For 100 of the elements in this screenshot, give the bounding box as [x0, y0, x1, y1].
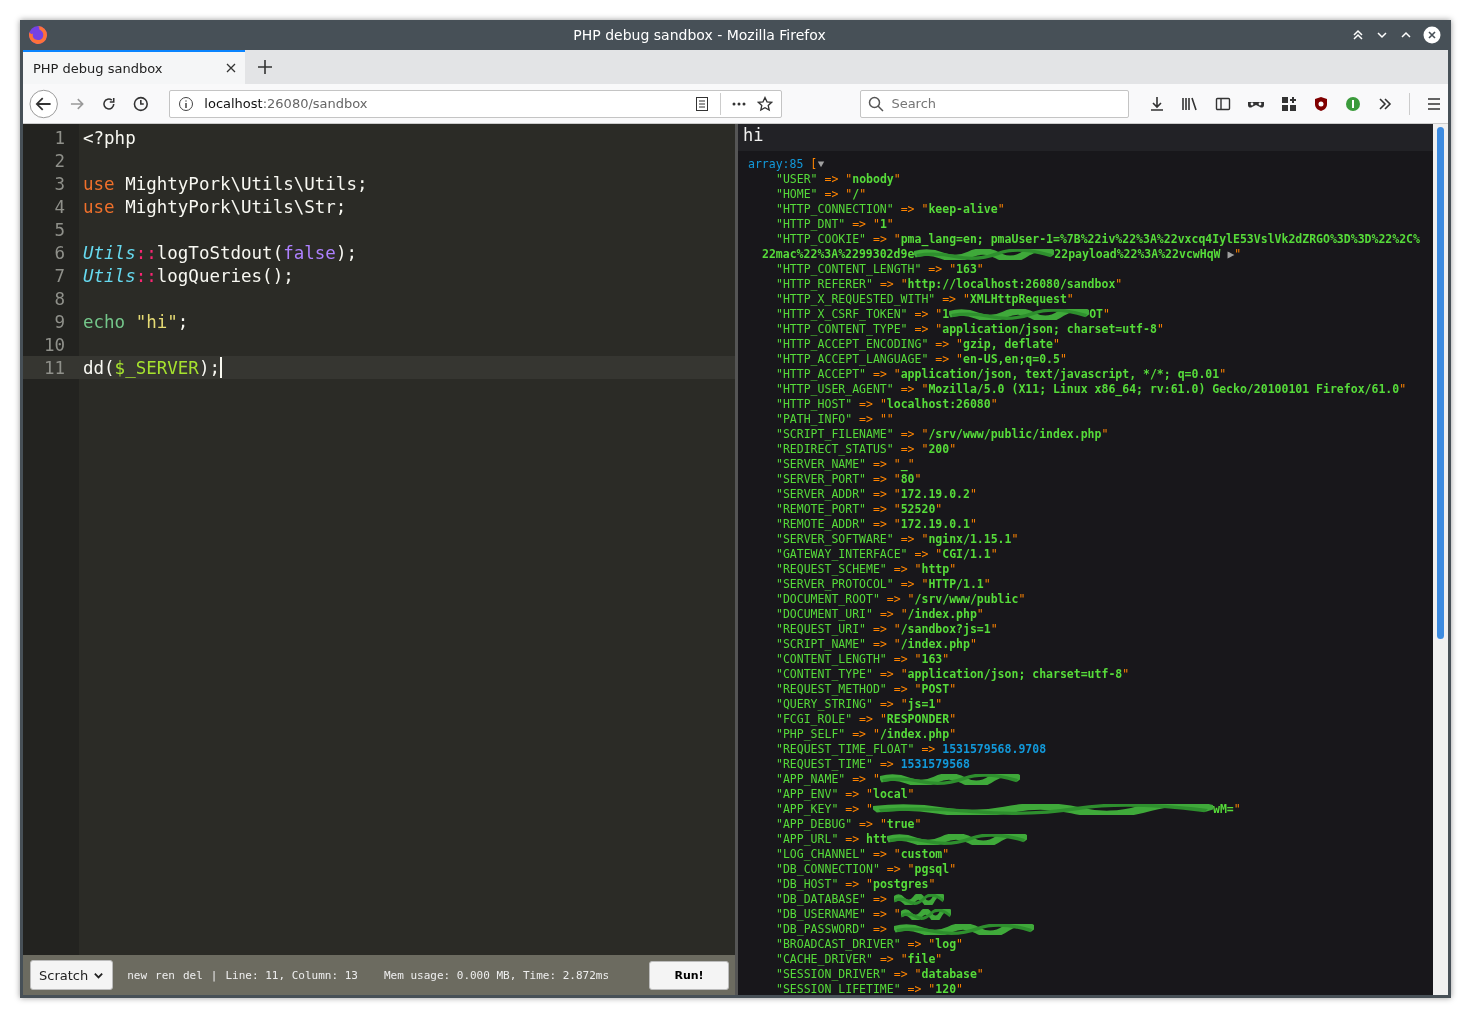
- dump-entry: "HTTP_COOKIE" => "pma_lang=en; pmaUser-1=%7B%22iv%22%3A%22vxcq4IylE53VslVk2dZRGO%3D%3D%22%2C%22mac%22%3A%2299302d9e 22payload%22%3A%22vcwHqW ▶": [761, 232, 1421, 262]
- dump-entry: "APP_ENV" => "local": [775, 787, 916, 802]
- overflow-icon[interactable]: [1377, 95, 1393, 112]
- echo-output: hi: [738, 124, 1433, 151]
- menu-icon[interactable]: [1426, 95, 1442, 112]
- dump-entry: "CACHE_DRIVER" => "file": [775, 952, 944, 967]
- browser-tab[interactable]: PHP debug sandbox: [23, 50, 245, 84]
- search-field[interactable]: Search: [860, 89, 1129, 118]
- line-number: 9: [53, 311, 65, 332]
- collapse-toggle-icon[interactable]: [817, 160, 826, 168]
- line-number: 4: [53, 196, 65, 217]
- dump-entry: "APP_KEY" => " wM=": [775, 802, 1242, 817]
- dump-entry: "DB_PASSWORD" =>: [748, 922, 1423, 937]
- info-icon[interactable]: [178, 95, 195, 112]
- dump-entry: "HTTP_CONNECTION" => "keep-alive": [775, 202, 1006, 217]
- dump-entry: "SERVER_PROTOCOL" => "HTTP/1.1": [775, 577, 992, 592]
- code-line: Utils::logQueries();: [83, 265, 294, 286]
- dump-entry: "REQUEST_TIME" => 1531579568: [775, 757, 971, 772]
- search-icon: [868, 95, 885, 112]
- code-line: use MightyPork\Utils\Utils;: [83, 173, 368, 194]
- line-number: 5: [53, 219, 65, 240]
- array-header: array:85: [748, 157, 804, 171]
- dump-entry: "PHP_SELF" => "/index.php": [775, 727, 958, 742]
- line-number: 1: [53, 127, 65, 148]
- firefox-logo-icon: [28, 25, 48, 45]
- line-number: 3: [53, 173, 65, 194]
- dump-entry: "REQUEST_SCHEME" => "http": [775, 562, 958, 577]
- dump-entry: "DB_DATABASE" =>: [748, 892, 1423, 907]
- dump-entry: "HTTP_CONTENT_LENGTH" => "163": [775, 262, 985, 277]
- code-line: <?php: [83, 127, 136, 148]
- line-number: 10: [42, 334, 65, 355]
- dump-entry: "GATEWAY_INTERFACE" => "CGI/1.1": [775, 547, 999, 562]
- dump-entry: "APP_DEBUG" => "true": [775, 817, 923, 832]
- dump-entry: "REMOTE_PORT" => "52520": [775, 502, 944, 517]
- dump-entry: "SERVER_PORT" => "80": [775, 472, 923, 487]
- dump-entry: "HTTP_X_REQUESTED_WITH" => "XMLHttpRequest": [775, 292, 1075, 307]
- clock-icon[interactable]: [131, 94, 150, 113]
- line-number: 7: [53, 265, 65, 286]
- url-text: localhost:26080/sandbox: [204, 96, 369, 111]
- dump-entry: "CONTENT_TYPE" => "application/json; charset=utf-8": [775, 667, 1131, 682]
- line-number: 8: [53, 288, 65, 309]
- code-line: use MightyPork\Utils\Str;: [83, 196, 347, 217]
- scrollbar-thumb[interactable]: [1437, 127, 1444, 639]
- file-action-link[interactable]: new: [127, 968, 148, 982]
- dump-entry: "REDIRECT_STATUS" => "200": [775, 442, 958, 457]
- file-dropdown[interactable]: Scratch: [30, 960, 114, 990]
- file-action-link[interactable]: ren: [155, 968, 175, 982]
- dump-entry: "QUERY_STRING" => "js=1": [775, 697, 944, 712]
- new-tab-icon[interactable]: [257, 59, 273, 75]
- sidebar-icon[interactable]: [1215, 95, 1231, 112]
- dump-entry: "HTTP_CONTENT_TYPE" => "application/json; charset=utf-8": [775, 322, 1165, 337]
- back-icon[interactable]: [29, 88, 59, 119]
- dump-entry: "FCGI_ROLE" => "RESPONDER": [775, 712, 958, 727]
- download-icon[interactable]: [1149, 95, 1165, 112]
- line-number: 6: [53, 242, 65, 263]
- line-number: 2: [53, 150, 65, 171]
- window-title: PHP debug sandbox - Mozilla Firefox: [572, 27, 827, 43]
- dump-entry: "HTTP_X_CSRF_TOKEN" => "1 OT": [775, 307, 1111, 322]
- dump-entry: "HTTP_ACCEPT_LANGUAGE" => "en-US,en;q=0.5": [775, 352, 1068, 367]
- dump-entry: "APP_URL" => htt: [748, 832, 1423, 847]
- dump-entry: "HTTP_USER_AGENT" => "Mozilla/5.0 (X11; Linux x86_64; rv:61.0) Gecko/20100101 Firefox/61.0": [775, 382, 1408, 397]
- dump-entry: "LOG_CHANNEL" => "custom": [775, 847, 951, 862]
- bracket-text: [: [810, 157, 818, 171]
- close-tab-icon[interactable]: [225, 62, 237, 74]
- library-icon[interactable]: [1181, 95, 1199, 112]
- star-icon[interactable]: [757, 95, 774, 112]
- line-number: 11: [42, 357, 65, 378]
- dump-entry: "APP_NAME" => ": [748, 772, 1423, 787]
- reader-view-icon[interactable]: [694, 95, 711, 112]
- dump-entry: "SESSION_LIFETIME" => "120": [775, 982, 964, 995]
- code-line: echo "hi";: [83, 311, 189, 332]
- code-editor[interactable]: 1 <?php 2 3 use MightyPork\Utils\Utils; 4 use MightyPork\Utils\Str; 5 6 Utils::logToStdout(false); 7 Utils::logQueries(); 8 9 echo "hi"; 10 11 dd($_SERVER);: [23, 124, 735, 955]
- dump-entry: "SCRIPT_FILENAME" => "/srv/www/public/index.php": [775, 427, 1110, 442]
- dump-entry: "SERVER_ADDR" => "172.19.0.2": [775, 487, 978, 502]
- run-stats: Mem usage: 0.000 MB, Time: 2.872ms: [383, 968, 610, 982]
- keep-above-icon[interactable]: [1351, 28, 1365, 42]
- address-bar[interactable]: localhost:26080/sandbox: [169, 89, 783, 118]
- file-action-link[interactable]: del: [182, 968, 203, 982]
- dump-entry: "REMOTE_ADDR" => "172.19.0.1": [775, 517, 978, 532]
- separator-text: |: [210, 968, 218, 982]
- dump-entry: "HTTP_ACCEPT_ENCODING" => "gzip, deflate": [775, 337, 1061, 352]
- dump-entry: "REQUEST_TIME_FLOAT" => 1531579568.9708: [775, 742, 1048, 757]
- dump-entry: "HTTP_DNT" => "1": [775, 217, 895, 232]
- dump-entry: "BROADCAST_DRIVER" => "log": [775, 937, 964, 952]
- dump-entry: "PATH_INFO" => "": [775, 412, 895, 427]
- extension-badge-icon[interactable]: [1345, 95, 1361, 112]
- dump-entry: "SESSION_DRIVER" => "database": [775, 967, 985, 982]
- close-icon[interactable]: [1423, 26, 1441, 44]
- shield-icon[interactable]: [1313, 95, 1329, 112]
- dump-entry: "DB_HOST" => "postgres": [775, 877, 937, 892]
- dump-entry: "DOCUMENT_ROOT" => "/srv/www/public": [775, 592, 1027, 607]
- run-button[interactable]: Run!: [649, 960, 729, 990]
- dump-entry: "USER" => "nobody": [775, 172, 902, 187]
- code-line: dd($_SERVER);: [83, 357, 220, 378]
- extensions-icon[interactable]: [1281, 95, 1297, 112]
- dump-entry: "SERVER_SOFTWARE" => "nginx/1.15.1": [775, 532, 1020, 547]
- dump-entry: "HTTP_REFERER" => "http://localhost:26080/sandbox": [775, 277, 1124, 292]
- dump-entry: "HTTP_HOST" => "localhost:26080": [775, 397, 999, 412]
- dump-entry: "REQUEST_METHOD" => "POST": [775, 682, 958, 697]
- dump-entry: "SCRIPT_NAME" => "/index.php": [775, 637, 978, 652]
